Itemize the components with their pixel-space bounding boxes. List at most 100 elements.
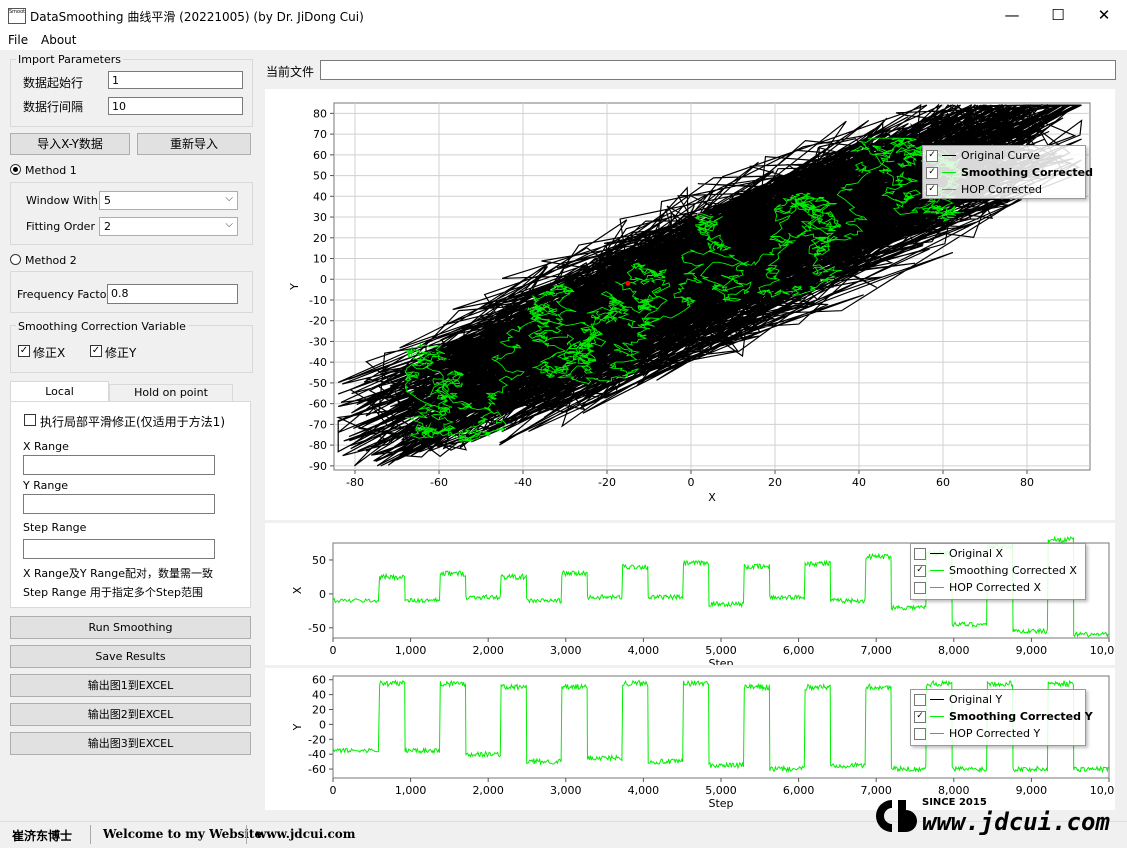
chart3-ytick-label: 60 [312, 674, 326, 687]
chart1-xtick-label: -40 [514, 476, 532, 489]
menu-file[interactable]: File [8, 33, 28, 47]
y-range-input[interactable] [23, 494, 215, 514]
fitting-order-label: Fitting Order [26, 220, 95, 233]
chart1-legend-item[interactable]: ✓ Smoothing Corrected [923, 164, 1093, 181]
fix-x-label: 修正X [33, 346, 66, 360]
row-interval-label: 数据行间隔 [23, 100, 84, 114]
chart2-legend-item[interactable]: HOP Corrected X [911, 579, 1085, 596]
chart2-legend-item[interactable]: ✓ Smoothing Corrected X [911, 562, 1085, 579]
chart2-ytick-label: -50 [308, 622, 326, 635]
chart1-ytick-label: -20 [309, 315, 327, 328]
export-chart2-button[interactable]: 输出图2到EXCEL [10, 703, 251, 726]
chart2-ytick-label: 0 [319, 588, 326, 601]
current-file-label: 当前文件 [266, 65, 315, 79]
window-width-select[interactable]: 5 ⌵ [99, 191, 238, 210]
status-author: 崔济东博士 [12, 829, 73, 843]
chart1-ytick-label: -30 [309, 335, 327, 348]
window-width-label: Window With [26, 194, 98, 207]
chart2-xtick-label: 8,000 [938, 644, 970, 657]
local-exec-checkbox[interactable] [24, 414, 36, 426]
chart1-ytick-label: 70 [313, 128, 327, 141]
menu-bar: File About [0, 31, 1127, 50]
title-bar: Smooth DataSmoothing 曲线平滑 (20221005) (by… [0, 0, 1127, 31]
chart1-ytick-label: -50 [309, 377, 327, 390]
chart2-xtick-label: 4,000 [628, 644, 660, 657]
chart2-xtick-label: 2,000 [472, 644, 504, 657]
tab-local-optimization[interactable]: Local Optimization [10, 381, 109, 417]
chart3-legend-item[interactable]: HOP Corrected Y [911, 725, 1085, 742]
frequency-factor-input[interactable]: 0.8 [107, 284, 238, 304]
chart3-legend-item[interactable]: Original Y [911, 691, 1085, 708]
legend-checkbox[interactable]: ✓ [914, 565, 926, 577]
chart2-legend: Original X ✓ Smoothing Corrected X HOP Corr… [910, 543, 1086, 600]
chart2-xtick-label: 0 [330, 644, 337, 657]
row-interval-input[interactable]: 10 [108, 97, 243, 115]
chart3-ytick-label: -20 [308, 733, 326, 746]
x-range-input[interactable] [23, 455, 215, 475]
menu-about[interactable]: About [41, 33, 76, 47]
legend-label: Original X [949, 547, 1004, 560]
chart1-ytick-label: 10 [313, 253, 327, 266]
fix-x-checkbox[interactable]: ✓ [18, 345, 30, 357]
chart1-ytick-label: -10 [309, 294, 327, 307]
status-site[interactable]: www.jdcui.com [256, 827, 355, 841]
reimport-button[interactable]: 重新导入 [137, 133, 251, 155]
chart2-legend-item[interactable]: Original X [911, 545, 1085, 562]
chart1-ytick-label: -70 [309, 418, 327, 431]
step-range-input[interactable] [23, 539, 215, 559]
start-row-input[interactable]: 1 [108, 71, 243, 89]
chart1-xtick-label: 80 [1020, 476, 1034, 489]
start-row-label: 数据起始行 [23, 76, 84, 90]
run-smoothing-button[interactable]: Run Smoothing [10, 616, 251, 639]
legend-checkbox[interactable] [914, 548, 926, 560]
x-range-label: X Range [23, 440, 69, 453]
save-results-button[interactable]: Save Results [10, 645, 251, 668]
app-icon: Smooth [8, 8, 26, 24]
chart1-legend-item[interactable]: ✓ HOP Corrected [923, 181, 1085, 198]
tab-hold-on-point[interactable]: Hold on point correction [109, 384, 233, 415]
chart3-xtick-label: 0 [330, 784, 337, 797]
window-width-value: 5 [104, 194, 111, 207]
chart1-xtick-label: -80 [346, 476, 364, 489]
legend-checkbox[interactable] [914, 728, 926, 740]
status-separator [90, 825, 91, 844]
chart2-y-axis-label: X [291, 586, 304, 594]
import-xy-button[interactable]: 导入X-Y数据 [10, 133, 130, 155]
legend-line-swatch [930, 570, 944, 571]
close-button[interactable]: ✕ [1081, 0, 1127, 31]
fitting-order-select[interactable]: 2 ⌵ [99, 217, 238, 236]
legend-checkbox[interactable]: ✓ [914, 711, 926, 723]
chart3-ytick-label: 0 [319, 718, 326, 731]
legend-checkbox[interactable]: ✓ [926, 184, 938, 196]
minimize-button[interactable]: — [989, 0, 1035, 31]
legend-checkbox[interactable]: ✓ [926, 150, 938, 162]
chevron-down-icon: ⌵ [225, 219, 233, 230]
chart3-xtick-label: 6,000 [783, 784, 815, 797]
status-separator [246, 825, 247, 844]
current-file-input[interactable] [320, 60, 1116, 80]
method2-label: Method 2 [25, 254, 77, 267]
method2-radio[interactable] [10, 254, 21, 265]
chart1-ytick-label: 60 [313, 149, 327, 162]
export-chart1-button[interactable]: 输出图1到EXCEL [10, 674, 251, 697]
legend-checkbox[interactable]: ✓ [926, 167, 938, 179]
chart3-xtick-label: 9,000 [1016, 784, 1048, 797]
chart2-xtick-label: 3,000 [550, 644, 582, 657]
frequency-factor-label: Frequency Factor [17, 288, 111, 301]
chart2-xtick-label: 6,000 [783, 644, 815, 657]
export-chart3-button[interactable]: 输出图3到EXCEL [10, 732, 251, 755]
legend-checkbox[interactable] [914, 582, 926, 594]
chart3-xtick-label: 10,000 [1090, 784, 1115, 797]
chart3-y-axis-label: Y [291, 723, 304, 731]
method1-radio[interactable] [10, 164, 21, 175]
chart3-legend-item[interactable]: ✓ Smoothing Corrected Y [911, 708, 1093, 725]
chart1-ytick-label: -80 [309, 439, 327, 452]
chart1-legend-item[interactable]: ✓ Original Curve [923, 147, 1085, 164]
fix-y-checkbox[interactable]: ✓ [90, 345, 102, 357]
legend-line-swatch [930, 553, 944, 554]
chart3-ytick-label: 40 [312, 689, 326, 702]
chart1-marker-point [625, 280, 631, 286]
maximize-button[interactable]: ☐ [1035, 0, 1081, 31]
legend-checkbox[interactable] [914, 694, 926, 706]
logo-text: www.jdcui.com [922, 808, 1110, 836]
